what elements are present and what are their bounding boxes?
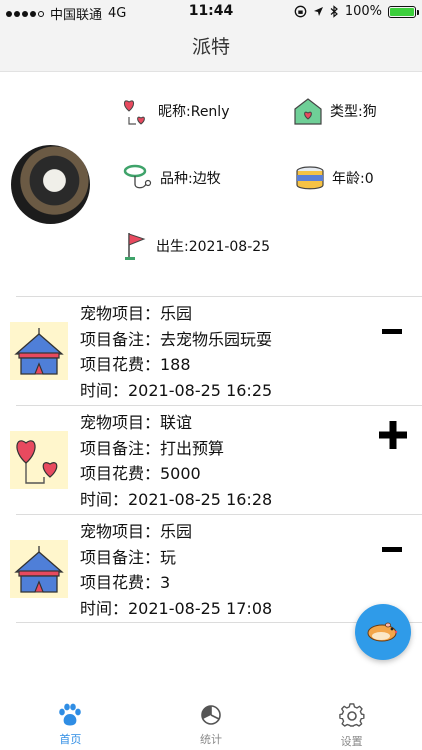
status-bar: 中国联通 4G 11:44 100% (0, 0, 422, 24)
minus-icon (382, 329, 402, 334)
tab-home-label: 首页 (59, 733, 82, 746)
record-note: 项目备注：玩 (80, 547, 177, 567)
record-details: 宠物项目：联谊 项目备注：打出预算 项目花费：5000 时间：2021-08-2… (80, 410, 272, 512)
tent-icon (10, 540, 68, 598)
nav-bar: 派特 (0, 24, 422, 72)
record-note: 项目备注：打出预算 (80, 438, 225, 458)
status-right: 100% (294, 4, 419, 19)
battery-icon (388, 5, 419, 18)
birth-row: 出生:2021-08-25 (122, 230, 270, 262)
record-item[interactable]: 宠物项目：乐园 项目备注：玩 项目花费：3 时间：2021-08-25 17:0… (10, 514, 422, 623)
type-row: 类型:狗 (292, 95, 377, 127)
paw-icon (59, 703, 82, 726)
heart-balloons-icon (124, 100, 145, 125)
pet-house-icon (294, 98, 322, 125)
record-project: 宠物项目：乐园 (80, 304, 193, 323)
nickname-text: 昵称:Renly (158, 104, 230, 120)
tab-bar: 首页 统计 设置 (0, 695, 422, 750)
gear-icon (338, 703, 365, 727)
tab-stats-label: 统计 (200, 733, 222, 746)
heart-balloons-icon (10, 431, 68, 489)
orientation-lock-icon (294, 5, 307, 18)
bluetooth-icon (330, 5, 338, 18)
tab-settings[interactable]: 设置 (281, 695, 422, 750)
nickname-row: 昵称:Renly (120, 95, 229, 127)
pet-avatar[interactable] (11, 145, 90, 224)
battery-percent: 100% (344, 4, 382, 19)
record-item[interactable]: 宠物项目：联谊 项目备注：打出预算 项目花费：5000 时间：2021-08-2… (10, 405, 422, 514)
record-list: 宠物项目：乐园 项目备注：去宠物乐园玩耍 项目花费：188 时间：2021-08… (10, 296, 422, 623)
record-cost: 项目花费：188 (80, 355, 191, 374)
breed-text: 品种:边牧 (160, 171, 221, 187)
flag-icon (125, 233, 146, 260)
pet-profile: 昵称:Renly 类型:狗 品种:边牧 年龄:0 出生:2021-08-25 (0, 72, 422, 296)
record-cost: 项目花费：5000 (80, 464, 201, 483)
record-project: 宠物项目：乐园 (80, 522, 193, 541)
tab-stats[interactable]: 统计 (141, 695, 282, 750)
record-details: 宠物项目：乐园 项目备注：去宠物乐园玩耍 项目花费：188 时间：2021-08… (80, 301, 272, 403)
add-record-button[interactable] (355, 604, 411, 660)
pie-chart-icon (201, 705, 221, 725)
record-details: 宠物项目：乐园 项目备注：玩 项目花费：3 时间：2021-08-25 17:0… (80, 519, 272, 621)
record-time: 时间：2021-08-25 17:08 (80, 598, 273, 618)
record-item[interactable]: 宠物项目：乐园 项目备注：去宠物乐园玩耍 项目花费：188 时间：2021-08… (10, 296, 422, 405)
hamster-icon (367, 622, 398, 642)
record-note: 项目备注：去宠物乐园玩耍 (80, 329, 273, 349)
tab-settings-label: 设置 (340, 735, 363, 748)
birth-text: 出生:2021-08-25 (156, 239, 271, 255)
breed-row: 品种:边牧 (122, 162, 221, 194)
page-title: 派特 (191, 36, 230, 58)
food-can-icon (296, 166, 324, 190)
record-time: 时间：2021-08-25 16:28 (80, 489, 273, 509)
type-text: 类型:狗 (330, 104, 377, 120)
tent-icon (10, 322, 68, 380)
tab-home[interactable]: 首页 (0, 695, 141, 750)
minus-icon (382, 547, 402, 552)
location-arrow-icon (313, 7, 323, 16)
collar-leash-icon (123, 164, 152, 189)
record-cost: 项目花费：3 (80, 573, 171, 592)
age-text: 年龄:0 (332, 171, 374, 187)
record-project: 宠物项目：联谊 (80, 413, 193, 432)
plus-icon (379, 421, 407, 449)
record-time: 时间：2021-08-25 16:25 (80, 380, 273, 400)
age-row: 年龄:0 (294, 162, 374, 194)
